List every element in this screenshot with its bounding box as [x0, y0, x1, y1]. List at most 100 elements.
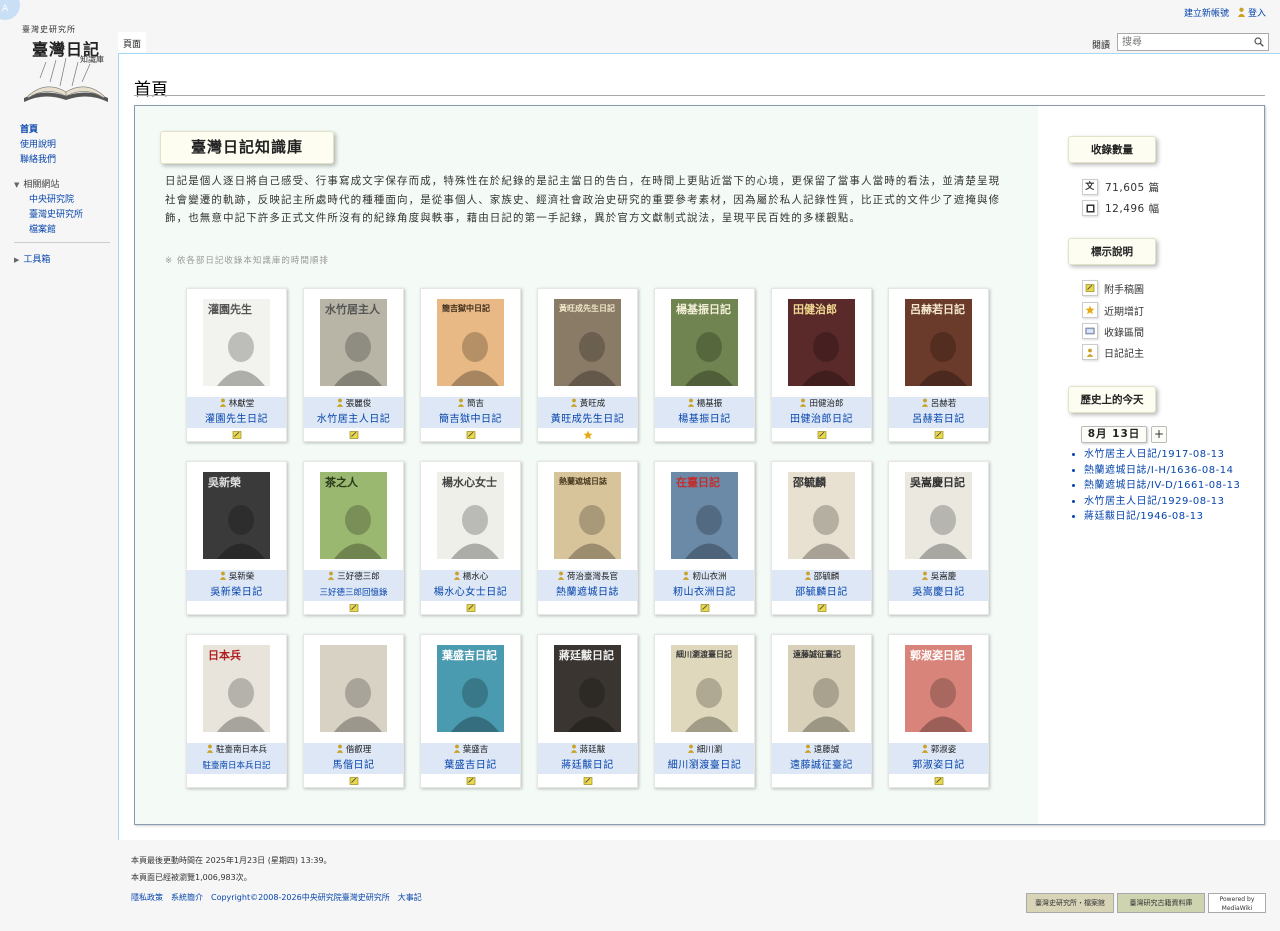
diary-author[interactable]: 張麗俊: [304, 397, 403, 412]
diary-title-link[interactable]: 三好德三郎回憶錄: [304, 585, 403, 601]
diary-title-link[interactable]: 吳新榮日記: [187, 585, 286, 601]
today-entry-link[interactable]: 蔣廷黻日記/1946-08-13: [1084, 511, 1203, 522]
diary-card[interactable]: 遠藤誠征臺記 遠藤誠 遠藤誠征臺記: [771, 634, 872, 788]
diary-card[interactable]: 呂赫若日記 呂赫若 呂赫若日記: [888, 288, 989, 442]
sidebar-related-head[interactable]: ▼ 相關網站: [14, 178, 112, 193]
sidebar-item-archives[interactable]: 檔案館: [29, 223, 112, 238]
diary-title-link[interactable]: 灌園先生日記: [187, 412, 286, 428]
diary-cover-image[interactable]: 吳新榮: [203, 472, 270, 559]
date-plus-button[interactable]: +: [1151, 426, 1167, 443]
diary-card[interactable]: 田健治郎 田健治郎 田健治郎日記: [771, 288, 872, 442]
diary-author[interactable]: 邵毓麟: [772, 570, 871, 585]
diary-author[interactable]: 籾山衣洲: [655, 570, 754, 585]
diary-author[interactable]: 駐臺南日本兵: [187, 743, 286, 758]
diary-title-link[interactable]: 葉盛吉日記: [421, 758, 520, 774]
diary-cover-image[interactable]: 細川瀏渡臺日記: [671, 645, 738, 732]
diary-title-link[interactable]: 水竹居主人日記: [304, 412, 403, 428]
diary-card[interactable]: 吳嵩慶日記 吳嵩慶 吳嵩慶日記: [888, 461, 989, 615]
login-link[interactable]: 登入: [1237, 6, 1266, 19]
ancient-books-badge[interactable]: 臺灣研究古籍資料庫: [1117, 893, 1205, 913]
create-account-link[interactable]: 建立新帳號: [1184, 6, 1229, 19]
diary-card[interactable]: 熱蘭遮城日誌 荷治臺灣長官 熱蘭遮城日誌: [537, 461, 638, 615]
diary-card[interactable]: 葉盛吉日記 葉盛吉 葉盛吉日記: [420, 634, 521, 788]
diary-cover-image[interactable]: 灌園先生: [203, 299, 270, 386]
diary-author[interactable]: 荷治臺灣長官: [538, 570, 637, 585]
diary-cover-image[interactable]: 楊基振日記: [671, 299, 738, 386]
diary-card[interactable]: 在臺日記 籾山衣洲 籾山衣洲日記: [654, 461, 755, 615]
diary-author[interactable]: 郭淑姿: [889, 743, 988, 758]
diary-author[interactable]: 蔣廷黻: [538, 743, 637, 758]
diary-card[interactable]: 茶之人三好德三郎 三好德三郎回憶錄: [303, 461, 404, 615]
diary-cover-image[interactable]: 郭淑姿日記: [905, 645, 972, 732]
diary-author[interactable]: 楊水心: [421, 570, 520, 585]
sidebar-item-ith[interactable]: 臺灣史研究所: [29, 208, 112, 223]
diary-cover-image[interactable]: 黃旺成先生日記: [554, 299, 621, 386]
diary-title-link[interactable]: 簡吉獄中日記: [421, 412, 520, 428]
diary-card[interactable]: 水竹居主人張麗俊 水竹居主人日記: [303, 288, 404, 442]
diary-author[interactable]: 田健治郎: [772, 397, 871, 412]
diary-cover-image[interactable]: 日本兵: [203, 645, 270, 732]
diary-title-link[interactable]: 吳嵩慶日記: [889, 585, 988, 601]
diary-author[interactable]: 偕叡理: [304, 743, 403, 758]
diary-author[interactable]: 簡吉: [421, 397, 520, 412]
diary-title-link[interactable]: 郭淑姿日記: [889, 758, 988, 774]
sidebar-item-sinica[interactable]: 中央研究院: [29, 193, 112, 208]
diary-cover-image[interactable]: 蔣廷黻日記: [554, 645, 621, 732]
diary-card[interactable]: 楊基振日記 楊基振 楊基振日記: [654, 288, 755, 442]
ith-archives-badge[interactable]: 臺灣史研究所・檔案館: [1026, 893, 1114, 913]
diary-title-link[interactable]: 邵毓麟日記: [772, 585, 871, 601]
footer-link-about[interactable]: 系統簡介: [171, 892, 203, 904]
footer-link-events[interactable]: 大事記: [398, 892, 422, 904]
tab-page[interactable]: 頁面: [118, 32, 147, 54]
diary-author[interactable]: 三好德三郎: [304, 570, 403, 585]
diary-cover-image[interactable]: 田健治郎: [788, 299, 855, 386]
diary-card[interactable]: 蔣廷黻日記 蔣廷黻 蔣廷黻日記: [537, 634, 638, 788]
sidebar-item-contact[interactable]: 聯絡我們: [20, 153, 112, 168]
diary-cover-image[interactable]: 遠藤誠征臺記: [788, 645, 855, 732]
diary-card[interactable]: 簡吉獄中日記 簡吉 簡吉獄中日記: [420, 288, 521, 442]
diary-cover-image[interactable]: 吳嵩慶日記: [905, 472, 972, 559]
sidebar-item-home[interactable]: 首頁: [20, 123, 112, 138]
site-logo[interactable]: 臺灣史研究所 臺灣日記 知識庫: [18, 22, 114, 108]
diary-card[interactable]: 郭淑姿日記 郭淑姿 郭淑姿日記: [888, 634, 989, 788]
diary-title-link[interactable]: 黃旺成先生日記: [538, 412, 637, 428]
footer-link-privacy[interactable]: 隱私政策: [131, 892, 163, 904]
sidebar-item-help[interactable]: 使用說明: [20, 138, 112, 153]
diary-cover-image[interactable]: 水竹居主人: [320, 299, 387, 386]
diary-title-link[interactable]: 細川瀏渡臺日記: [655, 758, 754, 774]
diary-title-link[interactable]: 遠藤誠征臺記: [772, 758, 871, 774]
diary-card[interactable]: 楊水心女士楊水心 楊水心女士日記: [420, 461, 521, 615]
mediawiki-badge[interactable]: Powered by MediaWiki: [1208, 893, 1266, 913]
diary-cover-image[interactable]: 呂赫若日記: [905, 299, 972, 386]
diary-cover-image[interactable]: 邵毓麟: [788, 472, 855, 559]
diary-card[interactable]: 黃旺成先生日記 黃旺成 黃旺成先生日記: [537, 288, 638, 442]
diary-card[interactable]: 邵毓麟 邵毓麟 邵毓麟日記: [771, 461, 872, 615]
diary-title-link[interactable]: 馬偕日記: [304, 758, 403, 774]
diary-cover-image[interactable]: 簡吉獄中日記: [437, 299, 504, 386]
diary-author[interactable]: 遠藤誠: [772, 743, 871, 758]
diary-card[interactable]: 吳新榮 吳新榮 吳新榮日記: [186, 461, 287, 615]
diary-title-link[interactable]: 楊水心女士日記: [421, 585, 520, 601]
diary-title-link[interactable]: 熱蘭遮城日誌: [538, 585, 637, 601]
footer-link-copyright[interactable]: Copyright©2008-2026中央研究院臺灣史研究所: [211, 892, 390, 904]
diary-author[interactable]: 吳新榮: [187, 570, 286, 585]
diary-author[interactable]: 吳嵩慶: [889, 570, 988, 585]
tab-read[interactable]: 閱讀: [1088, 32, 1114, 54]
today-entry-link[interactable]: 水竹居主人日記/1917-08-13: [1084, 449, 1224, 460]
search-icon[interactable]: [1254, 37, 1264, 47]
diary-cover-image[interactable]: 葉盛吉日記: [437, 645, 504, 732]
diary-title-link[interactable]: 駐臺南日本兵日記: [187, 758, 286, 774]
today-entry-link[interactable]: 熱蘭遮城日誌/IV-D/1661-08-13: [1084, 480, 1240, 491]
diary-author[interactable]: 林獻堂: [187, 397, 286, 412]
diary-cover-image[interactable]: 楊水心女士: [437, 472, 504, 559]
diary-card[interactable]: 細川瀏渡臺日記 細川瀏 細川瀏渡臺日記: [654, 634, 755, 788]
search-input[interactable]: [1118, 34, 1250, 50]
diary-title-link[interactable]: 呂赫若日記: [889, 412, 988, 428]
diary-author[interactable]: 葉盛吉: [421, 743, 520, 758]
diary-title-link[interactable]: 籾山衣洲日記: [655, 585, 754, 601]
diary-cover-image[interactable]: 茶之人: [320, 472, 387, 559]
diary-title-link[interactable]: 楊基振日記: [655, 412, 754, 428]
diary-cover-image[interactable]: [320, 645, 387, 732]
diary-card[interactable]: 日本兵駐臺南日本兵 駐臺南日本兵日記: [186, 634, 287, 788]
today-entry-link[interactable]: 熱蘭遮城日誌/I-H/1636-08-14: [1084, 465, 1233, 476]
